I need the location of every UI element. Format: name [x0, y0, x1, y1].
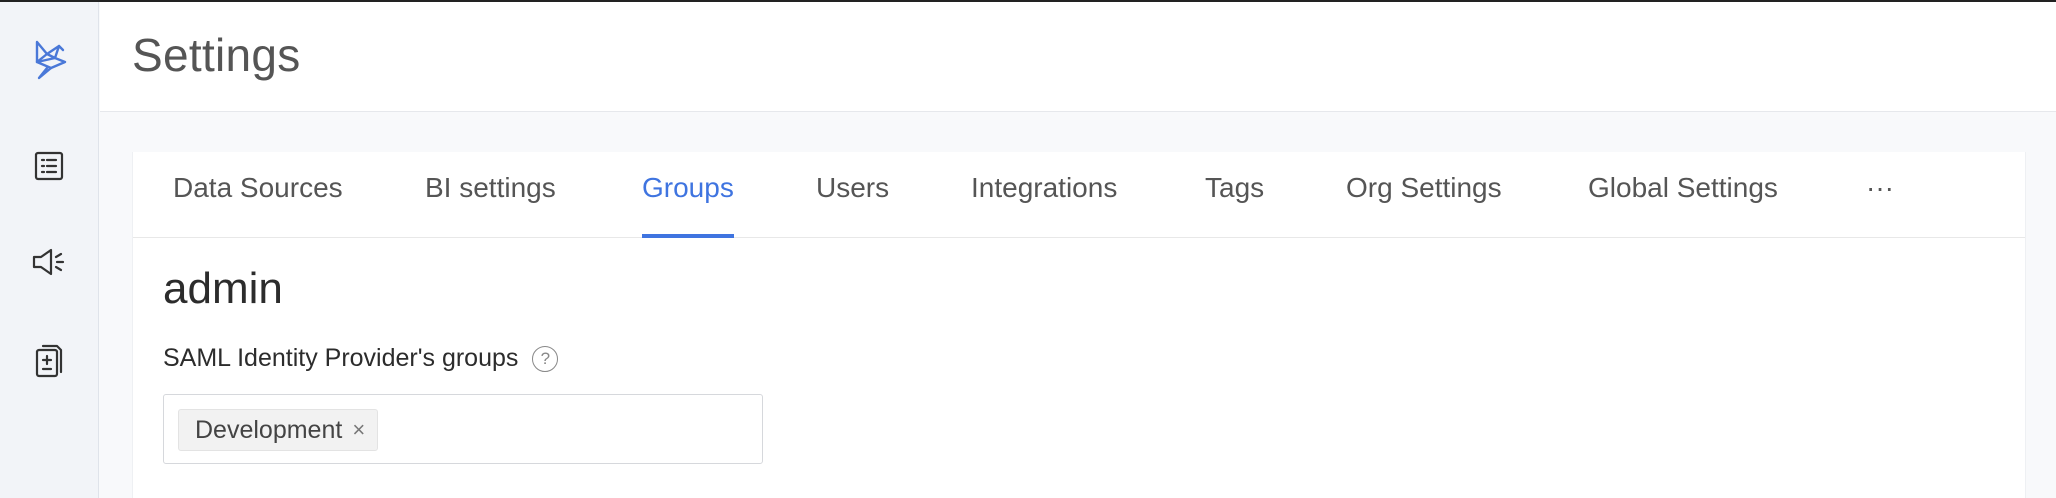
close-icon[interactable]: ×: [352, 419, 365, 441]
app-window: Settings Data Sources BI settings Groups…: [0, 0, 2056, 498]
logo-bird-icon: [29, 38, 69, 82]
settings-card: Data Sources BI settings Groups Users In…: [132, 152, 2026, 498]
tab-groups[interactable]: Groups: [642, 172, 734, 238]
group-tag-label: Development: [195, 415, 343, 444]
tab-tags[interactable]: Tags: [1205, 172, 1264, 238]
saml-groups-label-text: SAML Identity Provider's groups: [163, 344, 519, 372]
active-tab-indicator: [642, 234, 734, 238]
sidebar-item-queries[interactable]: [0, 130, 98, 202]
saml-groups-input[interactable]: Development ×: [163, 394, 763, 464]
sidebar-item-dashboards[interactable]: [0, 324, 98, 396]
document-diff-icon: [33, 342, 65, 378]
tab-users[interactable]: Users: [816, 172, 889, 238]
page-title: Settings: [132, 29, 301, 81]
group-name: admin: [163, 264, 283, 313]
list-icon: [33, 150, 65, 182]
tab-org-settings[interactable]: Org Settings: [1346, 172, 1502, 238]
group-tag: Development ×: [178, 409, 379, 451]
tab-groups-label: Groups: [642, 172, 734, 203]
page-header: Settings: [100, 2, 2056, 112]
tab-global-settings[interactable]: Global Settings: [1588, 172, 1778, 238]
settings-tabs: Data Sources BI settings Groups Users In…: [133, 152, 2025, 238]
help-icon[interactable]: ?: [532, 345, 559, 372]
tab-more-ellipsis-icon[interactable]: ···: [1866, 172, 1894, 238]
tab-data-sources[interactable]: Data Sources: [173, 172, 343, 238]
sidebar: [0, 2, 99, 498]
sidebar-item-alerts[interactable]: [0, 226, 98, 298]
megaphone-icon: [31, 246, 67, 278]
tab-integrations[interactable]: Integrations: [971, 172, 1117, 238]
saml-groups-label: SAML Identity Provider's groups ?: [163, 344, 559, 373]
tab-bi-settings[interactable]: BI settings: [425, 172, 556, 238]
sidebar-item-home[interactable]: [0, 24, 98, 96]
